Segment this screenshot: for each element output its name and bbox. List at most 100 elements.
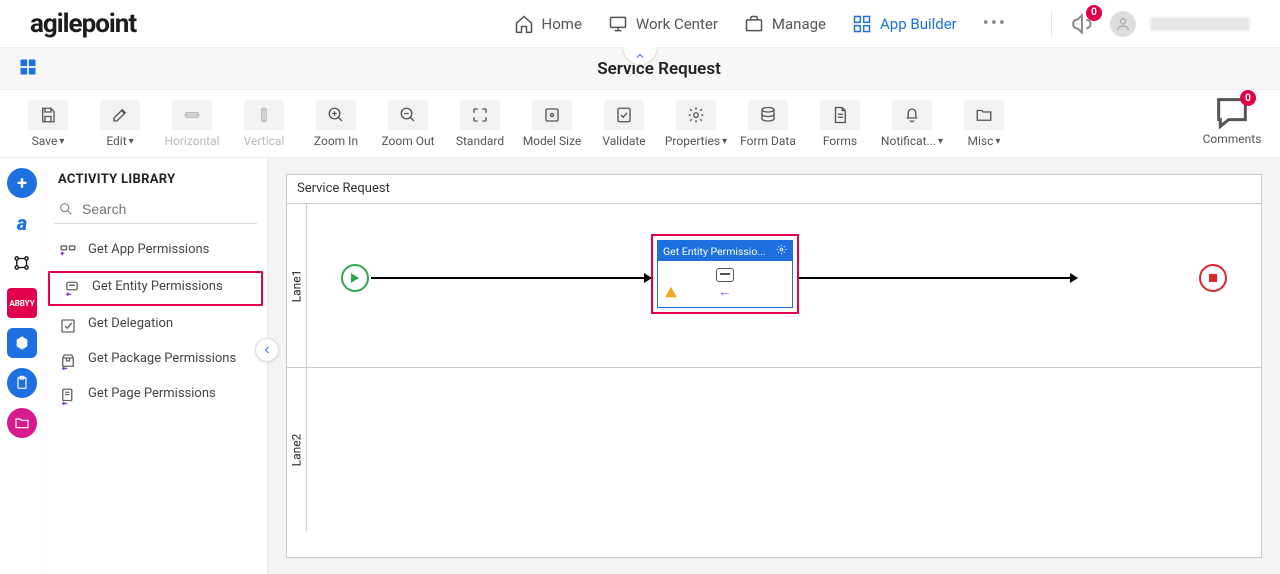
- folder-rail-icon: [14, 415, 30, 431]
- package-perm-icon: [58, 352, 78, 370]
- tool-edit[interactable]: Edit▾: [84, 98, 156, 148]
- tool-misc-label: Misc: [968, 134, 994, 148]
- nav-home-label: Home: [542, 15, 582, 33]
- tool-notifications-label: Notificat...: [881, 134, 936, 148]
- collapse-sidebar-button[interactable]: [255, 338, 279, 362]
- nav-app-builder-label: App Builder: [880, 15, 957, 33]
- tool-comments[interactable]: 0 Comments: [1196, 98, 1268, 146]
- page-title: Service Request: [597, 59, 721, 79]
- lane-1[interactable]: Lane1 Get Entity Permissio...: [287, 203, 1261, 367]
- tool-notifications[interactable]: Notificat...▾: [876, 98, 948, 148]
- activity-body: ←: [658, 261, 792, 307]
- lib-item-label: Get Entity Permissions: [92, 279, 223, 295]
- fit-standard-icon: [471, 106, 489, 124]
- hex-icon: [14, 335, 30, 351]
- tool-properties[interactable]: Properties▾: [660, 98, 732, 148]
- activity-header: Get Entity Permissio...: [658, 241, 792, 261]
- align-vertical-icon: [255, 106, 273, 124]
- tool-validate[interactable]: Validate: [588, 98, 660, 148]
- rail-clipboard-button[interactable]: [7, 368, 37, 398]
- lib-item-get-delegation[interactable]: Get Delegation: [44, 308, 267, 343]
- gear-icon: [687, 106, 705, 124]
- tool-standard[interactable]: Standard: [444, 98, 516, 148]
- tool-save[interactable]: Save▾: [12, 98, 84, 148]
- tool-properties-label: Properties: [665, 134, 720, 148]
- lane-2[interactable]: Lane2: [287, 367, 1261, 531]
- warning-icon: [664, 285, 678, 303]
- connector-1[interactable]: [371, 277, 651, 279]
- tool-forms[interactable]: Forms: [804, 98, 876, 148]
- database-icon: [759, 106, 777, 124]
- lane-2-label: Lane2: [287, 368, 307, 531]
- tool-zoom-in[interactable]: Zoom In: [300, 98, 372, 148]
- validate-icon: [615, 106, 633, 124]
- activity-library-sidebar: ACTIVITY LIBRARY Get App Permissions Get…: [44, 158, 268, 574]
- sidebar-title: ACTIVITY LIBRARY: [44, 158, 267, 195]
- lib-item-get-app-permissions[interactable]: Get App Permissions: [44, 234, 267, 269]
- apps-grid-button[interactable]: [18, 57, 38, 81]
- username: [1150, 17, 1250, 31]
- activity-get-entity-permissions[interactable]: Get Entity Permissio...: [657, 240, 793, 308]
- search-input[interactable]: [54, 195, 257, 224]
- nav-more[interactable]: •••: [983, 13, 1007, 34]
- edit-icon: [111, 106, 129, 124]
- avatar[interactable]: [1110, 11, 1136, 37]
- nav-home[interactable]: Home: [514, 14, 582, 34]
- tool-model-size[interactable]: Model Size: [516, 98, 588, 148]
- nav-work-center[interactable]: Work Center: [608, 14, 718, 34]
- tool-form-data-label: Form Data: [740, 134, 796, 148]
- rail-network-button[interactable]: [7, 248, 37, 278]
- rail-abbyy-button[interactable]: ABBYY: [7, 288, 37, 318]
- person-icon: [1115, 16, 1131, 32]
- tool-forms-label: Forms: [823, 134, 857, 148]
- tool-misc[interactable]: Misc▾: [948, 98, 1020, 148]
- clipboard-icon: [14, 375, 30, 391]
- zoom-in-icon: [327, 106, 345, 124]
- rail-hex-button[interactable]: [7, 328, 37, 358]
- tool-vertical-label: Vertical: [244, 134, 285, 148]
- tool-zoom-out-label: Zoom Out: [381, 134, 434, 148]
- lib-item-get-package-permissions[interactable]: Get Package Permissions: [44, 343, 267, 378]
- entity-perm-icon: [62, 280, 82, 298]
- lane-2-body[interactable]: [307, 368, 1261, 531]
- tool-form-data[interactable]: Form Data: [732, 98, 804, 148]
- lib-item-get-entity-permissions[interactable]: Get Entity Permissions: [48, 271, 263, 306]
- tool-zoom-out[interactable]: Zoom Out: [372, 98, 444, 148]
- tool-model-size-label: Model Size: [523, 134, 582, 148]
- left-rail: + a ABBYY: [0, 158, 44, 574]
- nav-manage-label: Manage: [772, 15, 826, 33]
- announcement-button[interactable]: 0: [1070, 11, 1096, 37]
- activity-label: Get Entity Permissio...: [663, 245, 766, 258]
- search-wrap: [44, 195, 267, 224]
- tool-vertical[interactable]: Vertical: [228, 98, 300, 148]
- lib-item-label: Get Page Permissions: [88, 386, 216, 402]
- lane-container: Lane1 Get Entity Permissio...: [287, 203, 1261, 557]
- nav-manage[interactable]: Manage: [744, 14, 826, 34]
- model-size-icon: [543, 106, 561, 124]
- lane-1-body[interactable]: Get Entity Permissio...: [307, 204, 1261, 367]
- rail-folder-button[interactable]: [7, 408, 37, 438]
- bell-icon: [903, 106, 921, 124]
- lib-item-label: Get Delegation: [88, 316, 173, 332]
- lib-item-get-page-permissions[interactable]: Get Page Permissions: [44, 378, 267, 413]
- page-header-row: Service Request: [0, 48, 1280, 90]
- comments-badge: 0: [1240, 90, 1256, 106]
- tool-horizontal[interactable]: Horizontal: [156, 98, 228, 148]
- start-node[interactable]: [341, 264, 369, 292]
- tool-comments-label: Comments: [1203, 132, 1262, 146]
- canvas-outer: Service Request Lane1 Get Entity Permiss…: [268, 158, 1280, 574]
- logo: agilepoint: [30, 9, 136, 39]
- nav-work-center-label: Work Center: [636, 15, 718, 33]
- activity-glyph: ←: [716, 268, 734, 300]
- activity-settings-button[interactable]: [776, 244, 787, 258]
- briefcase-icon: [744, 14, 764, 34]
- rail-add-button[interactable]: +: [7, 168, 37, 198]
- lib-item-label: Get App Permissions: [88, 242, 209, 258]
- nav-app-builder[interactable]: App Builder: [852, 14, 957, 34]
- connector-2[interactable]: [799, 277, 1077, 279]
- lane-1-label: Lane1: [287, 204, 307, 367]
- tool-zoom-in-label: Zoom In: [314, 134, 358, 148]
- end-node[interactable]: [1199, 264, 1227, 292]
- process-canvas[interactable]: Service Request Lane1 Get Entity Permiss…: [286, 174, 1262, 558]
- rail-agile-button[interactable]: a: [7, 208, 37, 238]
